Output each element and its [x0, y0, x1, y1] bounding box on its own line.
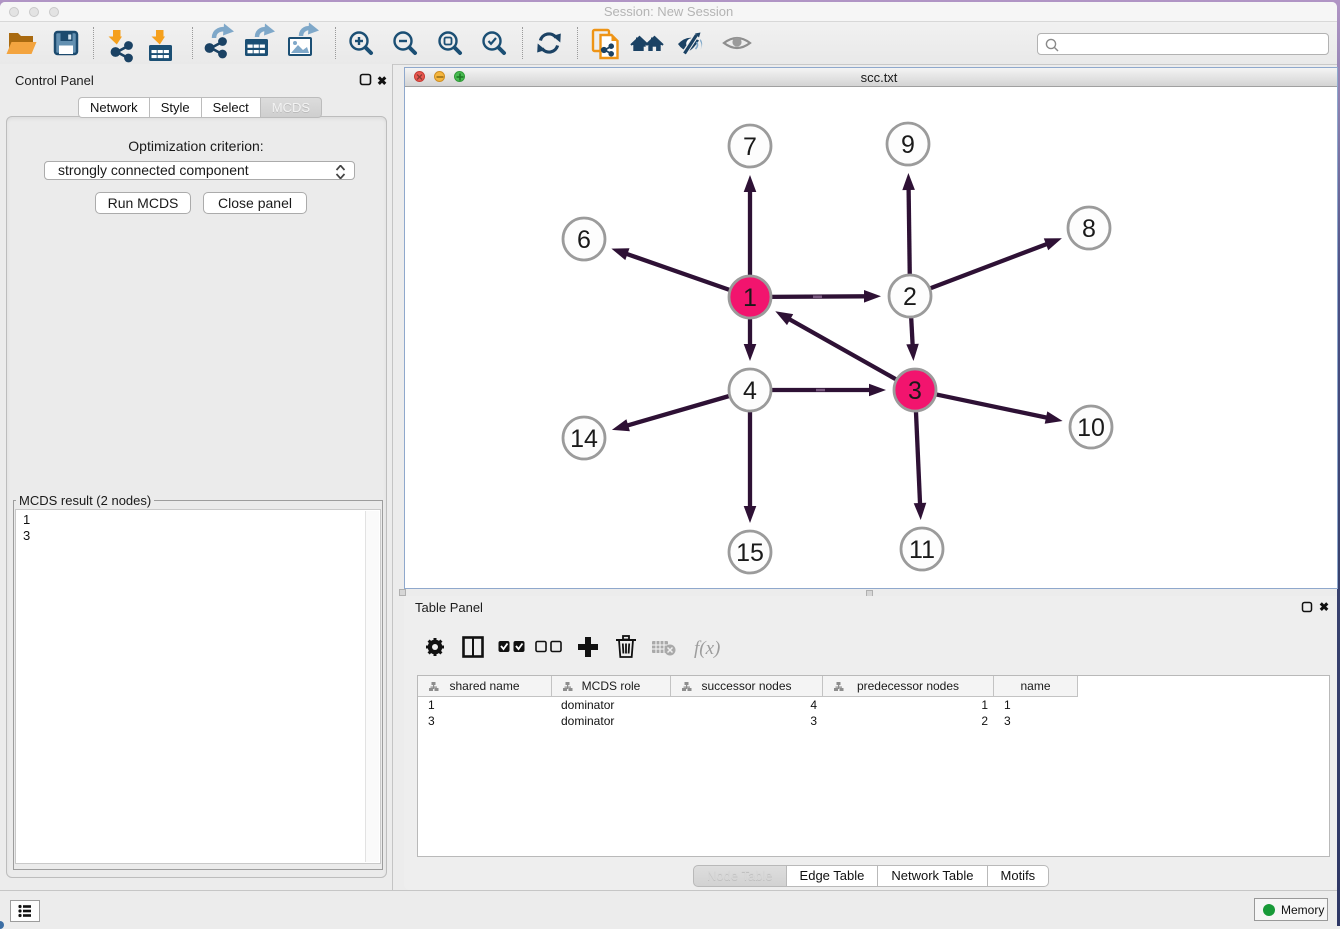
svg-text:11: 11	[909, 536, 935, 564]
svg-text:3: 3	[908, 377, 922, 405]
svg-text:14: 14	[570, 425, 598, 453]
svg-text:7: 7	[743, 133, 757, 161]
svg-text:8: 8	[1082, 215, 1096, 243]
svg-text:9: 9	[901, 131, 915, 159]
svg-text:10: 10	[1077, 414, 1105, 442]
svg-text:6: 6	[577, 226, 591, 254]
svg-text:4: 4	[743, 377, 757, 405]
svg-text:f(x): f(x)	[694, 638, 720, 659]
svg-text:2: 2	[903, 283, 917, 311]
svg-text:15: 15	[736, 539, 764, 567]
svg-text:1: 1	[743, 284, 757, 312]
